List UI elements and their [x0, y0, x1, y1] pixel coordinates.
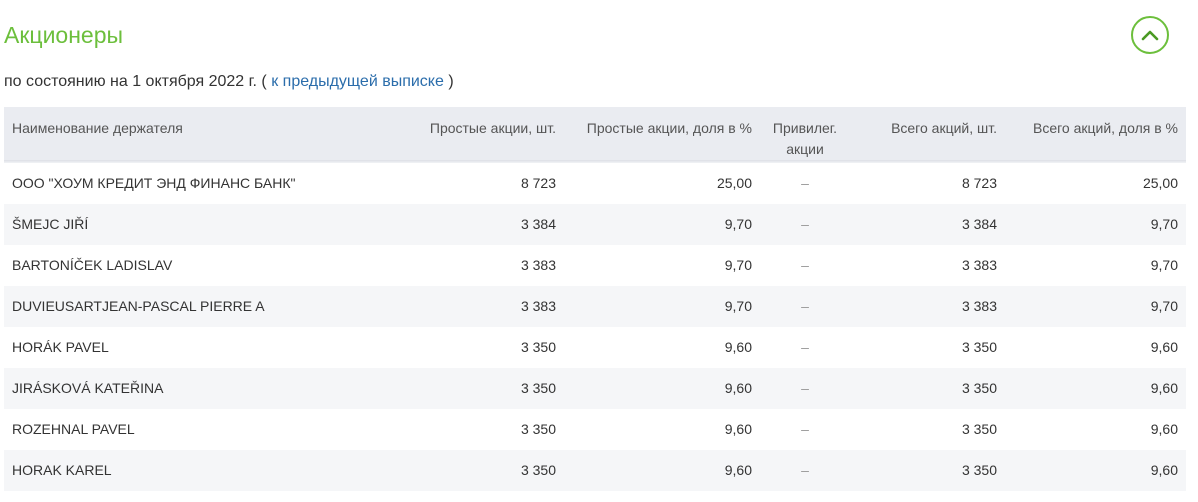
cell-common-share: 25,00: [564, 163, 760, 204]
previous-statement-link[interactable]: к предыдущей выписке: [271, 73, 444, 90]
cell-holder: HORÁK PAVEL: [4, 327, 406, 368]
cell-total-share: 9,70: [1005, 204, 1186, 245]
cell-total-share: 9,60: [1005, 450, 1186, 491]
table-row: DUVIEUSARTJEAN-PASCAL PIERRE A3 383 9,70–…: [4, 286, 1186, 327]
cell-total-share: 9,60: [1005, 409, 1186, 450]
cell-preferred: –: [760, 163, 850, 204]
table-body: ООО "ХОУМ КРЕДИТ ЭНД ФИНАНС БАНК" 8 723 25…: [4, 163, 1186, 491]
cell-preferred: –: [760, 368, 850, 409]
header-total-share: Всего акций, доля в %: [1032, 120, 1178, 136]
cell-common-share: 9,60: [564, 409, 760, 450]
cell-preferred: –: [760, 204, 850, 245]
collapse-button[interactable]: [1131, 16, 1169, 54]
cell-common-share: 9,60: [564, 327, 760, 368]
as-of-date-line: по состоянию на 1 октября 2022 г. ( к пр…: [4, 71, 454, 93]
header-preferred-line2: акции: [786, 141, 824, 157]
header-preferred-line1: Привилег.: [772, 120, 838, 136]
cell-common-share: 9,70: [564, 245, 760, 286]
cell-holder: ROZEHNAL PAVEL: [4, 409, 406, 450]
section-title: Акционеры: [4, 22, 124, 48]
table-row: HORÁK PAVEL 3 350 9,60–3 350 9,60: [4, 327, 1186, 368]
cell-preferred: –: [760, 450, 850, 491]
cell-holder: ООО "ХОУМ КРЕДИТ ЭНД ФИНАНС БАНК": [4, 163, 406, 204]
cell-total-count: 3 384: [850, 204, 1005, 245]
cell-common-count: 3 350: [406, 450, 564, 491]
cell-common-share: 9,70: [564, 286, 760, 327]
cell-preferred: –: [760, 409, 850, 450]
cell-total-count: 3 350: [850, 327, 1005, 368]
table-row: HORAK KAREL 3 350 9,60–3 350 9,60: [4, 450, 1186, 491]
cell-common-count: 3 350: [406, 409, 564, 450]
table-row: ŠMEJC JIŘÍ 3 384 9,70–3 384 9,70: [4, 204, 1186, 245]
header-common-count: Простые акции, шт.: [429, 120, 556, 136]
shareholders-table: Наименование держателя Простые акции, шт…: [4, 107, 1186, 491]
cell-common-count: 3 383: [406, 286, 564, 327]
cell-holder: BARTONÍČEK LADISLAV: [4, 245, 406, 286]
cell-preferred: –: [760, 245, 850, 286]
cell-preferred: –: [760, 286, 850, 327]
header-preferred: Привилег. акции: [760, 107, 850, 160]
cell-common-count: 3 350: [406, 368, 564, 409]
cell-total-count: 3 350: [850, 450, 1005, 491]
cell-common-count: 8 723: [406, 163, 564, 204]
cell-total-count: 3 350: [850, 409, 1005, 450]
cell-holder: DUVIEUSARTJEAN-PASCAL PIERRE A: [4, 286, 406, 327]
as-of-date-text: по состоянию на 1 октября 2022 г. (: [4, 73, 267, 90]
cell-total-share: 25,00: [1005, 163, 1186, 204]
table-header-row: Наименование держателя Простые акции, шт…: [4, 107, 1186, 160]
cell-total-count: 8 723: [850, 163, 1005, 204]
cell-total-share: 9,60: [1005, 327, 1186, 368]
cell-common-share: 9,60: [564, 368, 760, 409]
cell-total-count: 3 383: [850, 245, 1005, 286]
cell-total-count: 3 350: [850, 368, 1005, 409]
header-total-count: Всего акций, шт.: [891, 120, 997, 136]
as-of-date-close: ): [448, 73, 454, 90]
cell-total-share: 9,70: [1005, 286, 1186, 327]
header-common-share: Простые акции, доля в %: [586, 120, 752, 136]
cell-preferred: –: [760, 327, 850, 368]
cell-common-share: 9,60: [564, 450, 760, 491]
cell-holder: HORAK KAREL: [4, 450, 406, 491]
cell-common-count: 3 384: [406, 204, 564, 245]
cell-common-count: 3 350: [406, 327, 564, 368]
cell-total-count: 3 383: [850, 286, 1005, 327]
table-row: BARTONÍČEK LADISLAV 3 383 9,70–3 383 9,70: [4, 245, 1186, 286]
cell-total-share: 9,70: [1005, 245, 1186, 286]
cell-holder: JIRÁSKOVÁ KATEŘINA: [4, 368, 406, 409]
cell-holder: ŠMEJC JIŘÍ: [4, 204, 406, 245]
cell-common-share: 9,70: [564, 204, 760, 245]
cell-total-share: 9,60: [1005, 368, 1186, 409]
table-row: ООО "ХОУМ КРЕДИТ ЭНД ФИНАНС БАНК" 8 723 25…: [4, 163, 1186, 204]
cell-common-count: 3 383: [406, 245, 564, 286]
table-row: JIRÁSKOVÁ KATEŘINA 3 350 9,60–3 350 9,60: [4, 368, 1186, 409]
chevron-up-icon: [1141, 30, 1159, 41]
header-holder: Наименование держателя: [12, 120, 183, 136]
table-row: ROZEHNAL PAVEL 3 350 9,60–3 350 9,60: [4, 409, 1186, 450]
